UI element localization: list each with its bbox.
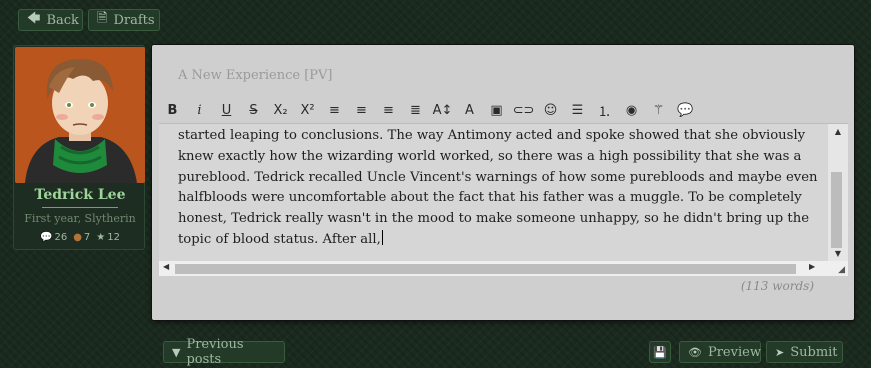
align-left-button[interactable]: ≡ bbox=[321, 99, 348, 121]
caret-down-icon: ▼ bbox=[172, 345, 181, 359]
avatar bbox=[15, 47, 145, 183]
italic-button[interactable]: i bbox=[186, 99, 213, 121]
scroll-down-icon[interactable]: ▼ bbox=[828, 249, 848, 258]
justify-button[interactable]: ≣ bbox=[402, 99, 429, 121]
text-color-button[interactable]: A bbox=[456, 99, 483, 121]
comment-icon: 💬 bbox=[40, 232, 53, 243]
drafts-label: Drafts bbox=[113, 12, 155, 28]
previous-posts-button[interactable]: ▼ Previous posts bbox=[163, 337, 285, 367]
emoji-button[interactable]: ☺ bbox=[537, 99, 564, 121]
link-button[interactable]: ⊂⊃ bbox=[510, 99, 537, 121]
align-center-button[interactable]: ≡ bbox=[348, 99, 375, 121]
document-icon: 🗎 bbox=[97, 11, 108, 26]
save-draft-button[interactable]: 💾 bbox=[649, 341, 671, 363]
text-caret bbox=[381, 229, 383, 245]
name-underline bbox=[42, 207, 118, 208]
bold-button[interactable]: B bbox=[159, 99, 186, 121]
word-count: (113 words) bbox=[740, 279, 814, 293]
character-name[interactable]: Tedrick Lee bbox=[14, 187, 146, 203]
post-editor-panel: A New Experience [PV] Bi U S X₂ X² ≡ ≡ ≡ ≣ A↕ A ▣ ⊂⊃… bbox=[152, 45, 854, 320]
drafts-button[interactable]: 🗎 Drafts bbox=[88, 9, 160, 31]
scroll-left-icon[interactable]: ◀ bbox=[163, 262, 169, 271]
thread-title: A New Experience [PV] bbox=[178, 68, 333, 83]
star-icon: ★ bbox=[96, 232, 106, 243]
underline-button[interactable]: U bbox=[213, 99, 240, 121]
scroll-right-icon[interactable]: ▶ bbox=[809, 262, 815, 271]
magic-wand-button[interactable]: ⚚ bbox=[645, 99, 672, 121]
preview-button[interactable]: 👁 Preview bbox=[679, 341, 761, 363]
coins-stat: ● 7 bbox=[73, 232, 90, 243]
arrow-left-icon: 🡄 bbox=[27, 11, 41, 26]
submit-button[interactable]: ➤ Submit bbox=[766, 341, 843, 363]
formatting-toolbar: Bi U S X₂ X² ≡ ≡ ≡ ≣ A↕ A ▣ ⊂⊃ ☺ ☰ ⒈ ◉ ⚚ 💬 bbox=[159, 98, 848, 122]
hide-button[interactable]: ◉ bbox=[618, 99, 645, 121]
horizontal-scroll-thumb[interactable] bbox=[175, 264, 796, 274]
font-size-button[interactable]: A↕ bbox=[429, 99, 456, 121]
stars-stat: ★ 12 bbox=[96, 232, 120, 243]
bullet-list-button[interactable]: ☰ bbox=[564, 99, 591, 121]
vertical-scrollbar[interactable]: ▲ ▼ bbox=[828, 124, 848, 262]
subscript-button[interactable]: X₂ bbox=[267, 99, 294, 121]
post-body: started leaping to conclusions. The way … bbox=[178, 128, 818, 247]
posts-stat: 💬 26 bbox=[40, 232, 67, 243]
submit-label: Submit bbox=[790, 344, 838, 360]
vertical-scroll-thumb[interactable] bbox=[831, 172, 842, 248]
character-subtitle: First year, Slytherin bbox=[24, 212, 136, 225]
superscript-button[interactable]: X² bbox=[294, 99, 321, 121]
resize-handle-icon[interactable]: ◢ bbox=[838, 265, 845, 275]
coins-count: 7 bbox=[83, 232, 91, 243]
editor-area[interactable]: started leaping to conclusions. The way … bbox=[159, 123, 848, 276]
avatar-illustration bbox=[15, 47, 145, 183]
send-icon: ➤ bbox=[775, 345, 785, 359]
post-body-text[interactable]: started leaping to conclusions. The way … bbox=[178, 126, 818, 251]
back-label: Back bbox=[46, 12, 79, 28]
back-button[interactable]: 🡄 Back bbox=[18, 9, 83, 31]
save-icon: 💾 bbox=[653, 345, 667, 359]
character-stats: 💬 26 ● 7 ★ 12 bbox=[14, 232, 146, 243]
image-button[interactable]: ▣ bbox=[483, 99, 510, 121]
preview-label: Preview bbox=[707, 344, 761, 360]
stars-count: 12 bbox=[107, 232, 120, 243]
character-card: Tedrick Lee First year, Slytherin 💬 26 ●… bbox=[13, 45, 145, 250]
strikethrough-button[interactable]: S bbox=[240, 99, 267, 121]
previous-posts-label: Previous posts bbox=[186, 337, 244, 367]
posts-count: 26 bbox=[54, 232, 68, 243]
numbered-list-button[interactable]: ⒈ bbox=[591, 99, 618, 121]
coin-icon: ● bbox=[73, 232, 82, 243]
align-right-button[interactable]: ≡ bbox=[375, 99, 402, 121]
scroll-up-icon[interactable]: ▲ bbox=[828, 127, 848, 136]
quote-button[interactable]: 💬 bbox=[672, 99, 699, 121]
eye-icon: 👁 bbox=[688, 345, 702, 359]
horizontal-scrollbar[interactable]: ◀ ▶ ◢ bbox=[159, 261, 848, 276]
